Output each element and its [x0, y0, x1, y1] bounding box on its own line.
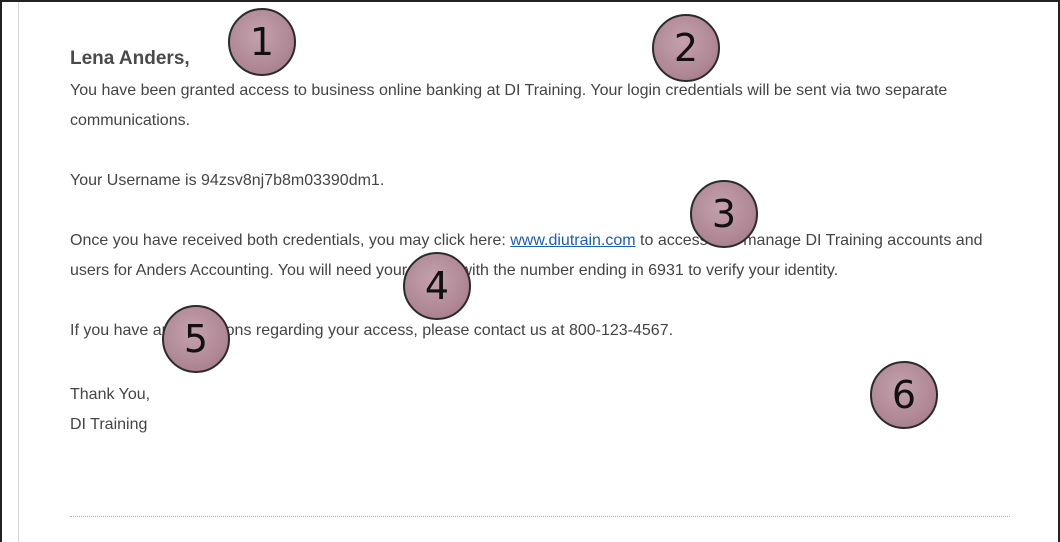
access-granted-paragraph: You have been granted access to business…	[70, 82, 948, 129]
callout-marker-3: 3	[690, 180, 758, 248]
signature-divider	[70, 516, 1010, 517]
callout-marker-5: 5	[162, 305, 230, 373]
login-link[interactable]: www.diutrain.com	[510, 232, 635, 249]
email-body: Lena Anders, You have been granted acces…	[70, 46, 990, 440]
callout-marker-6: 6	[870, 361, 938, 429]
signature: DI Training	[70, 416, 148, 433]
callout-marker-1: 1	[228, 8, 296, 76]
margin-line	[18, 2, 19, 542]
callout-marker-2: 2	[652, 14, 720, 82]
closing: Thank You,	[70, 386, 151, 403]
greeting: Lena Anders,	[70, 48, 190, 69]
username-paragraph: Your Username is 94zsv8nj7b8m03390dm1.	[70, 172, 385, 189]
callout-marker-4: 4	[403, 252, 471, 320]
login-text-before: Once you have received both credentials,…	[70, 232, 511, 249]
login-instructions-paragraph: Once you have received both credentials,…	[70, 226, 990, 286]
